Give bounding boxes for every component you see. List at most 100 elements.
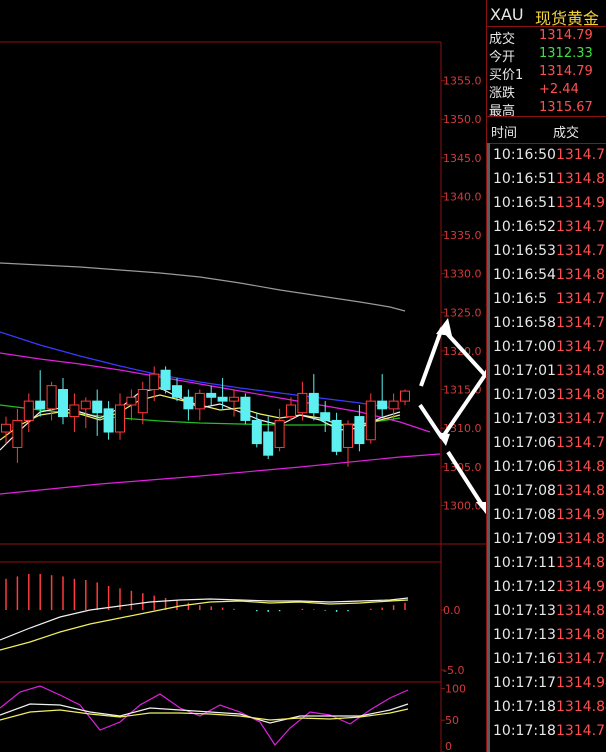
tick-time: 10:16:58 [493, 315, 556, 331]
price-tick-label: 1325.0 [443, 306, 482, 319]
tick-row[interactable]: 10:17:161314.74 [487, 648, 606, 672]
candle-up [137, 389, 148, 414]
quote-value: 1314.79 [539, 64, 593, 79]
tick-price: 1314.78 [556, 411, 606, 427]
tick-time: 10:16:5 [493, 291, 547, 307]
tick-row[interactable]: 10:16:501314.76 [487, 144, 606, 168]
tick-price: 1314.93 [556, 507, 606, 523]
tick-row[interactable]: 10:17:131314.88 [487, 600, 606, 624]
tick-time: 10:16:54 [493, 267, 556, 283]
tick-row[interactable]: 10:17:031314.87 [487, 384, 606, 408]
tick-time: 10:17:13 [493, 627, 556, 643]
tick-time: 10:16:51 [493, 171, 556, 187]
candle-down [183, 396, 194, 410]
candle-up [115, 404, 125, 433]
quote-row: 成交 1314.79 [487, 27, 606, 47]
macd-tick-label: 0.0 [443, 604, 461, 617]
tick-price: 1314.79 [556, 315, 606, 331]
tick-row[interactable]: 10:17:181314.79 [487, 720, 606, 744]
tick-time: 10:17:13 [493, 603, 556, 619]
tick-price: 1314.74 [556, 651, 606, 667]
ticks-header-time: 时间 [491, 126, 518, 141]
tick-price: 1314.88 [556, 483, 606, 499]
tick-row[interactable]: 10:16:581314.79 [487, 312, 606, 336]
tick-row[interactable]: 10:17:031314.78 [487, 408, 606, 432]
tick-time: 10:17:08 [493, 483, 556, 499]
tick-row[interactable]: 10:16:51 1314.8 [487, 168, 606, 192]
tick-price: 1314.81 [556, 363, 606, 379]
tick-row[interactable]: 10:17:091314.86 [487, 528, 606, 552]
kdj-tick-label: 0 [445, 740, 452, 752]
candle-down [308, 392, 319, 414]
candle-up [126, 396, 137, 406]
kdj-d-line [0, 708, 409, 721]
moving-average-lines [0, 262, 441, 495]
tick-row[interactable]: 10:17:081314.88 [487, 480, 606, 504]
candle-up [274, 419, 285, 448]
candle-down [240, 396, 251, 421]
tick-row[interactable]: 10:17:061314.83 [487, 456, 606, 480]
tick-time: 10:16:50 [493, 147, 556, 163]
tick-time: 10:17:06 [493, 435, 556, 451]
tick-price: 1314.83 [556, 459, 606, 475]
candle-down [377, 400, 388, 410]
tick-time: 10:16:51 [493, 195, 556, 211]
tick-time: 10:17:09 [493, 531, 556, 547]
tick-row[interactable]: 10:17:111314.80 [487, 552, 606, 576]
candle-up [297, 392, 308, 414]
tick-row[interactable]: 10:17:181314.84 [487, 696, 606, 720]
ticks-header: 时间 成交 [487, 116, 606, 144]
tick-row[interactable]: 10:17:011314.81 [487, 360, 606, 384]
tick-row[interactable]: 10:17:171314.94 [487, 672, 606, 696]
tick-price: 1314.94 [556, 675, 606, 691]
price-tick-label: 1335.0 [443, 229, 482, 242]
tick-row[interactable]: 10:16:5 1314.76 [487, 288, 606, 312]
tick-price: 1314.84 [556, 699, 606, 715]
symbol-header: XAU 现货黄金 [487, 0, 606, 28]
kdj-axis: 100 50 0 [441, 682, 466, 752]
tick-row[interactable]: 10:17:001314.76 [487, 336, 606, 360]
symbol-code: XAU [490, 5, 524, 24]
tick-price: 1314.76 [556, 339, 606, 355]
tick-time: 10:17:18 [493, 699, 556, 715]
candle-up [194, 392, 205, 410]
price-tick-label: 1355.0 [443, 75, 482, 88]
tick-time: 10:17:03 [493, 387, 556, 403]
tick-time: 10:17:11 [493, 555, 556, 571]
candle-down [320, 412, 331, 421]
price-chart[interactable]: 1355.0 1350.0 1345.0 1340.0 1335.0 1330.0 1325… [0, 0, 486, 752]
tick-row[interactable]: 10:16:531314.70 [487, 240, 606, 264]
price-tick-label: 1350.0 [443, 113, 482, 126]
tick-row[interactable]: 10:17:121314.95 [487, 576, 606, 600]
candle-up [1, 423, 11, 433]
quote-value: 1312.33 [539, 46, 593, 61]
tick-row[interactable]: 10:17:131314.81 [487, 624, 606, 648]
candle-up [12, 419, 23, 448]
tick-row[interactable]: 10:17:061314.75 [487, 432, 606, 456]
tick-price: 1314.75 [556, 435, 606, 451]
candle-up [149, 373, 160, 391]
tick-row[interactable]: 10:17:081314.93 [487, 504, 606, 528]
macd-dif-line [0, 597, 409, 641]
candle-down [331, 419, 342, 452]
candlesticks [1, 366, 410, 467]
tick-row[interactable]: 10:16:511314.92 [487, 192, 606, 216]
candle-down [172, 385, 182, 398]
candle-down [92, 400, 103, 414]
tick-price: 1314.83 [556, 267, 606, 283]
trendline [0, 453, 441, 495]
tick-row[interactable]: 10:16:541314.83 [487, 264, 606, 288]
candle-up [286, 404, 296, 418]
price-tick-label: 1330.0 [443, 268, 482, 281]
quote-value: 1314.79 [539, 28, 593, 43]
tick-price: 1314.70 [556, 243, 606, 259]
candle-up [80, 400, 91, 410]
quote-value: +2.44 [539, 82, 579, 97]
candle-up [388, 400, 399, 410]
tick-price: 1314.79 [556, 723, 606, 739]
tick-time: 10:17:12 [493, 579, 556, 595]
tick-time: 10:17:03 [493, 411, 556, 427]
tick-price: 1314.81 [556, 627, 606, 643]
tick-row[interactable]: 10:16:521314.73 [487, 216, 606, 240]
candle-down [217, 396, 228, 402]
